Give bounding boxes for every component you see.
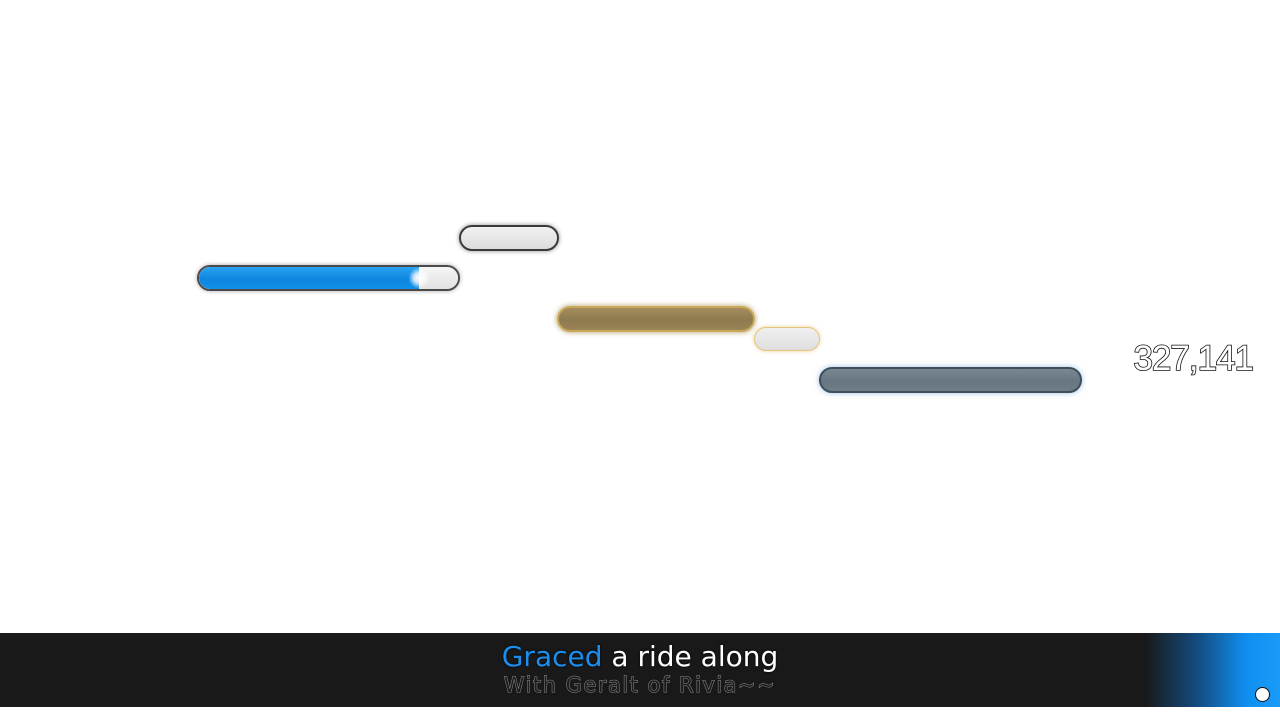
pitch-note-progress-fill bbox=[199, 267, 429, 289]
lyric-next-line: With Geralt of Rivia~~ bbox=[503, 673, 777, 698]
song-progress-dot bbox=[1255, 687, 1270, 702]
lyric-sung-text: Graced bbox=[501, 640, 612, 673]
pitch-note-1-active bbox=[197, 265, 460, 291]
pitch-note-4 bbox=[754, 327, 820, 351]
singing-stage: 327,141 bbox=[0, 0, 1280, 720]
pitch-note-2 bbox=[459, 225, 559, 251]
pitch-note-5 bbox=[819, 367, 1082, 393]
pitch-note-3 bbox=[557, 306, 755, 332]
lyrics-bar: Graced a ride along With Geralt of Rivia… bbox=[0, 633, 1280, 707]
lyric-current-line: Graced a ride along bbox=[0, 639, 1280, 675]
score-counter: 327,141 bbox=[1133, 338, 1255, 379]
lyric-unsung-text: a ride along bbox=[611, 640, 779, 673]
